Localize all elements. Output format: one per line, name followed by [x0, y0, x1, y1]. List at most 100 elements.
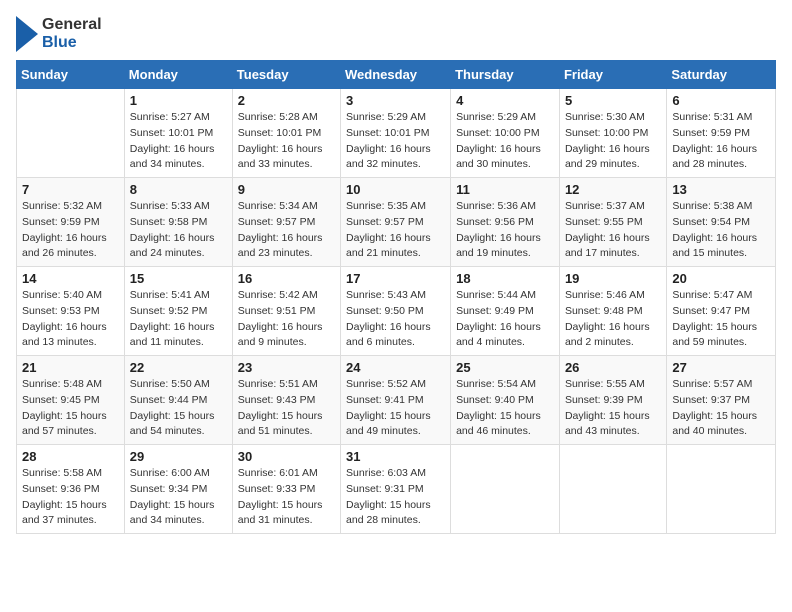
- day-cell: 11 Sunrise: 5:36 AM Sunset: 9:56 PM Dayli…: [451, 178, 560, 267]
- day-info: Sunrise: 5:47 AM Sunset: 9:47 PM Dayligh…: [672, 288, 770, 351]
- week-row-1: 1 Sunrise: 5:27 AM Sunset: 10:01 PM Dayli…: [17, 89, 776, 178]
- day-info: Sunrise: 5:31 AM Sunset: 9:59 PM Dayligh…: [672, 110, 770, 173]
- day-number: 7: [22, 182, 119, 197]
- day-info: Sunrise: 5:28 AM Sunset: 10:01 PM Daylig…: [238, 110, 335, 173]
- day-info: Sunrise: 6:01 AM Sunset: 9:33 PM Dayligh…: [238, 466, 335, 529]
- day-cell: 20 Sunrise: 5:47 AM Sunset: 9:47 PM Dayli…: [667, 267, 776, 356]
- logo-arrow-icon: [16, 16, 38, 52]
- day-cell: 5 Sunrise: 5:30 AM Sunset: 10:00 PM Dayli…: [559, 89, 666, 178]
- day-number: 3: [346, 93, 445, 108]
- week-row-5: 28 Sunrise: 5:58 AM Sunset: 9:36 PM Dayli…: [17, 445, 776, 534]
- day-info: Sunrise: 5:51 AM Sunset: 9:43 PM Dayligh…: [238, 377, 335, 440]
- day-info: Sunrise: 6:03 AM Sunset: 9:31 PM Dayligh…: [346, 466, 445, 529]
- day-info: Sunrise: 5:30 AM Sunset: 10:00 PM Daylig…: [565, 110, 661, 173]
- day-number: 26: [565, 360, 661, 375]
- day-cell: 2 Sunrise: 5:28 AM Sunset: 10:01 PM Dayli…: [232, 89, 340, 178]
- day-cell: 25 Sunrise: 5:54 AM Sunset: 9:40 PM Dayli…: [451, 356, 560, 445]
- day-number: 20: [672, 271, 770, 286]
- day-info: Sunrise: 5:32 AM Sunset: 9:59 PM Dayligh…: [22, 199, 119, 262]
- day-info: Sunrise: 5:52 AM Sunset: 9:41 PM Dayligh…: [346, 377, 445, 440]
- day-cell: 22Sunrise: 5:50 AM Sunset: 9:44 PM Dayli…: [124, 356, 232, 445]
- day-cell: 12 Sunrise: 5:37 AM Sunset: 9:55 PM Dayli…: [559, 178, 666, 267]
- day-cell: 1 Sunrise: 5:27 AM Sunset: 10:01 PM Dayli…: [124, 89, 232, 178]
- day-number: 12: [565, 182, 661, 197]
- day-info: Sunrise: 5:29 AM Sunset: 10:00 PM Daylig…: [456, 110, 554, 173]
- day-cell: 19 Sunrise: 5:46 AM Sunset: 9:48 PM Dayli…: [559, 267, 666, 356]
- header: GeneralBlue: [16, 16, 776, 52]
- day-cell: 24Sunrise: 5:52 AM Sunset: 9:41 PM Dayli…: [341, 356, 451, 445]
- day-number: 30: [238, 449, 335, 464]
- logo: GeneralBlue: [16, 16, 102, 52]
- day-cell: 17Sunrise: 5:43 AM Sunset: 9:50 PM Dayli…: [341, 267, 451, 356]
- day-info: Sunrise: 5:37 AM Sunset: 9:55 PM Dayligh…: [565, 199, 661, 262]
- day-number: 31: [346, 449, 445, 464]
- day-number: 11: [456, 182, 554, 197]
- day-info: Sunrise: 5:27 AM Sunset: 10:01 PM Daylig…: [130, 110, 227, 173]
- day-cell: 27 Sunrise: 5:57 AM Sunset: 9:37 PM Dayli…: [667, 356, 776, 445]
- day-number: 8: [130, 182, 227, 197]
- day-cell: 6 Sunrise: 5:31 AM Sunset: 9:59 PM Daylig…: [667, 89, 776, 178]
- day-cell: 8Sunrise: 5:33 AM Sunset: 9:58 PM Daylig…: [124, 178, 232, 267]
- day-number: 29: [130, 449, 227, 464]
- day-number: 21: [22, 360, 119, 375]
- day-cell: 23 Sunrise: 5:51 AM Sunset: 9:43 PM Dayli…: [232, 356, 340, 445]
- day-cell: 13Sunrise: 5:38 AM Sunset: 9:54 PM Dayli…: [667, 178, 776, 267]
- day-number: 4: [456, 93, 554, 108]
- day-number: 1: [130, 93, 227, 108]
- day-cell: 9 Sunrise: 5:34 AM Sunset: 9:57 PM Daylig…: [232, 178, 340, 267]
- day-number: 5: [565, 93, 661, 108]
- day-cell: 7 Sunrise: 5:32 AM Sunset: 9:59 PM Daylig…: [17, 178, 125, 267]
- weekday-header-wednesday: Wednesday: [341, 61, 451, 89]
- day-cell: 30 Sunrise: 6:01 AM Sunset: 9:33 PM Dayli…: [232, 445, 340, 534]
- day-info: Sunrise: 5:44 AM Sunset: 9:49 PM Dayligh…: [456, 288, 554, 351]
- day-number: 25: [456, 360, 554, 375]
- day-info: Sunrise: 5:29 AM Sunset: 10:01 PM Daylig…: [346, 110, 445, 173]
- weekday-header-thursday: Thursday: [451, 61, 560, 89]
- day-info: Sunrise: 5:38 AM Sunset: 9:54 PM Dayligh…: [672, 199, 770, 262]
- day-number: 14: [22, 271, 119, 286]
- logo-general: General: [42, 16, 102, 34]
- day-cell: 29 Sunrise: 6:00 AM Sunset: 9:34 PM Dayli…: [124, 445, 232, 534]
- week-row-2: 7 Sunrise: 5:32 AM Sunset: 9:59 PM Daylig…: [17, 178, 776, 267]
- day-cell: 21 Sunrise: 5:48 AM Sunset: 9:45 PM Dayli…: [17, 356, 125, 445]
- day-cell: 18 Sunrise: 5:44 AM Sunset: 9:49 PM Dayli…: [451, 267, 560, 356]
- day-info: Sunrise: 5:48 AM Sunset: 9:45 PM Dayligh…: [22, 377, 119, 440]
- day-info: Sunrise: 5:55 AM Sunset: 9:39 PM Dayligh…: [565, 377, 661, 440]
- day-info: Sunrise: 5:57 AM Sunset: 9:37 PM Dayligh…: [672, 377, 770, 440]
- day-cell: 3 Sunrise: 5:29 AM Sunset: 10:01 PM Dayli…: [341, 89, 451, 178]
- day-info: Sunrise: 5:50 AM Sunset: 9:44 PM Dayligh…: [130, 377, 227, 440]
- day-info: Sunrise: 5:34 AM Sunset: 9:57 PM Dayligh…: [238, 199, 335, 262]
- day-info: Sunrise: 5:36 AM Sunset: 9:56 PM Dayligh…: [456, 199, 554, 262]
- day-number: 19: [565, 271, 661, 286]
- weekday-header-saturday: Saturday: [667, 61, 776, 89]
- day-number: 2: [238, 93, 335, 108]
- day-cell: [451, 445, 560, 534]
- day-number: 10: [346, 182, 445, 197]
- day-cell: 26 Sunrise: 5:55 AM Sunset: 9:39 PM Dayli…: [559, 356, 666, 445]
- day-number: 6: [672, 93, 770, 108]
- day-cell: [559, 445, 666, 534]
- day-info: Sunrise: 5:46 AM Sunset: 9:48 PM Dayligh…: [565, 288, 661, 351]
- day-number: 23: [238, 360, 335, 375]
- day-number: 9: [238, 182, 335, 197]
- day-info: Sunrise: 5:54 AM Sunset: 9:40 PM Dayligh…: [456, 377, 554, 440]
- day-info: Sunrise: 5:35 AM Sunset: 9:57 PM Dayligh…: [346, 199, 445, 262]
- week-row-4: 21 Sunrise: 5:48 AM Sunset: 9:45 PM Dayli…: [17, 356, 776, 445]
- day-number: 27: [672, 360, 770, 375]
- day-cell: 31 Sunrise: 6:03 AM Sunset: 9:31 PM Dayli…: [341, 445, 451, 534]
- day-number: 18: [456, 271, 554, 286]
- day-number: 15: [130, 271, 227, 286]
- day-number: 16: [238, 271, 335, 286]
- day-info: Sunrise: 6:00 AM Sunset: 9:34 PM Dayligh…: [130, 466, 227, 529]
- day-cell: [667, 445, 776, 534]
- weekday-header-tuesday: Tuesday: [232, 61, 340, 89]
- day-number: 28: [22, 449, 119, 464]
- day-info: Sunrise: 5:58 AM Sunset: 9:36 PM Dayligh…: [22, 466, 119, 529]
- week-row-3: 14 Sunrise: 5:40 AM Sunset: 9:53 PM Dayli…: [17, 267, 776, 356]
- day-info: Sunrise: 5:42 AM Sunset: 9:51 PM Dayligh…: [238, 288, 335, 351]
- day-cell: 15Sunrise: 5:41 AM Sunset: 9:52 PM Dayli…: [124, 267, 232, 356]
- day-number: 17: [346, 271, 445, 286]
- day-info: Sunrise: 5:40 AM Sunset: 9:53 PM Dayligh…: [22, 288, 119, 351]
- weekday-header-monday: Monday: [124, 61, 232, 89]
- weekday-header-sunday: Sunday: [17, 61, 125, 89]
